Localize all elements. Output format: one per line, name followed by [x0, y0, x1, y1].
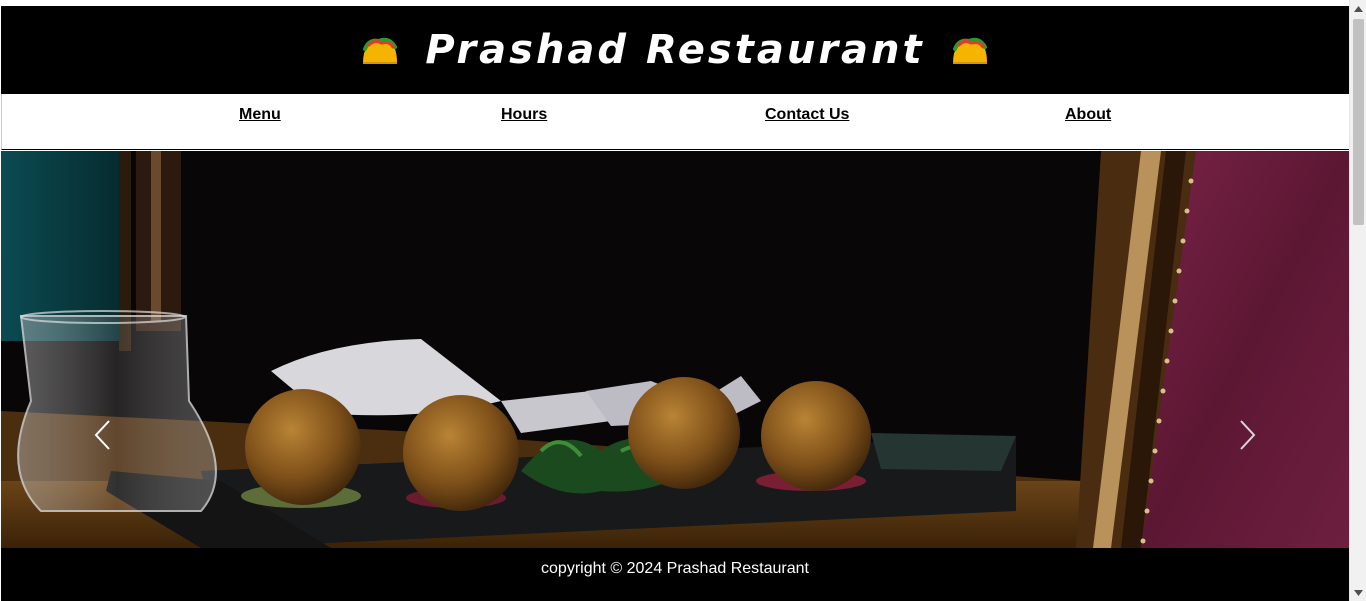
chevron-right-icon: [1240, 420, 1256, 450]
scroll-up-button[interactable]: [1350, 0, 1366, 17]
copyright-text: copyright © 2024 Prashad Restaurant: [541, 560, 809, 577]
vertical-scrollbar[interactable]: [1349, 0, 1366, 601]
site-footer: copyright © 2024 Prashad Restaurant: [1, 548, 1349, 601]
nav-link-hours[interactable]: Hours: [501, 106, 547, 124]
carousel-next-button[interactable]: [1227, 413, 1267, 457]
image-carousel: [1, 151, 1349, 548]
nav-link-menu[interactable]: Menu: [239, 106, 281, 124]
carousel-prev-button[interactable]: [83, 413, 123, 457]
scroll-down-button[interactable]: [1350, 584, 1366, 601]
site-title: Prashad Restaurant: [425, 27, 925, 73]
taco-icon: [952, 37, 987, 64]
page: Prashad Restaurant Menu Hours Contact Us…: [0, 0, 1349, 601]
site-header: Prashad Restaurant: [1, 6, 1349, 94]
taco-icon: [363, 37, 398, 64]
chevron-left-icon: [94, 420, 110, 450]
scroll-down-arrow-icon: [1354, 589, 1363, 596]
main-nav: Menu Hours Contact Us About: [1, 94, 1349, 150]
brand: Prashad Restaurant: [1, 6, 1349, 94]
nav-link-about[interactable]: About: [1065, 106, 1111, 124]
scroll-up-arrow-icon: [1354, 5, 1363, 12]
scrollbar-thumb[interactable]: [1353, 19, 1364, 225]
carousel-slide-image: [1, 151, 1349, 548]
nav-link-contact-us[interactable]: Contact Us: [765, 106, 849, 124]
